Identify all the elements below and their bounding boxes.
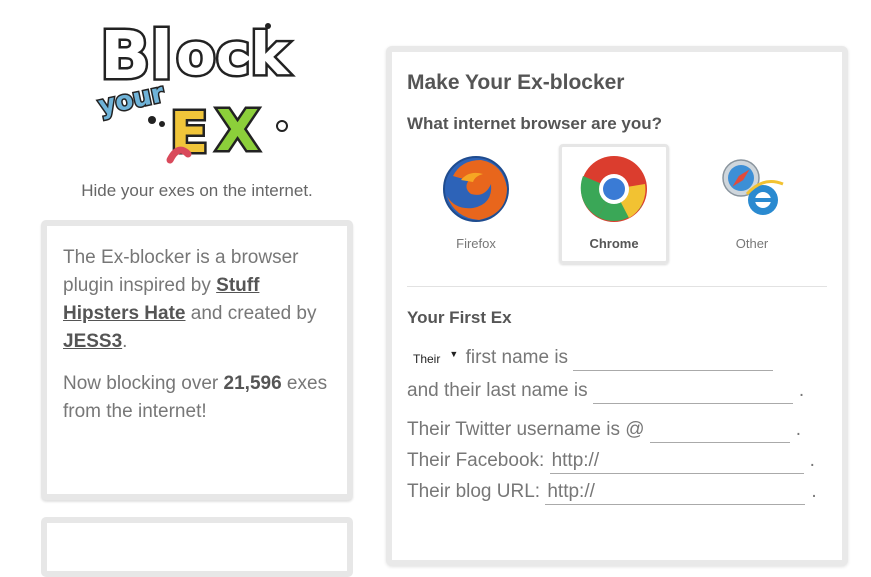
about-text: The Ex-blocker is a browser plugin inspi… <box>63 244 331 356</box>
section-divider <box>407 286 827 287</box>
browser-option-chrome[interactable]: Chrome <box>559 144 669 264</box>
chrome-icon <box>580 156 647 222</box>
count-prefix: Now blocking over <box>63 373 224 394</box>
about-text-prefix: The Ex-blocker is a browser plugin inspi… <box>63 247 299 296</box>
about-text-suffix: . <box>122 331 128 352</box>
first-name-input[interactable] <box>573 346 774 371</box>
browser-label-other: Other <box>735 236 769 251</box>
first-ex-title: Your First Ex <box>407 308 512 327</box>
browser-label-chrome: Chrome <box>589 236 639 251</box>
blog-input[interactable] <box>545 480 806 505</box>
svg-text:Bl: Bl <box>100 17 173 94</box>
browser-label-firefox: Firefox <box>456 236 496 251</box>
blog-period: . <box>811 481 817 502</box>
ex-blocker-form: Make Your Ex-blocker What internet brows… <box>386 46 848 566</box>
facebook-period: . <box>809 450 815 471</box>
svg-text:X: X <box>216 99 259 164</box>
tagline: Hide your exes on the internet. <box>81 181 313 200</box>
facebook-input[interactable] <box>549 449 804 474</box>
firefox-icon <box>443 156 509 222</box>
secondary-box <box>41 517 353 577</box>
form-title: Make Your Ex-blocker <box>407 71 625 94</box>
about-box: The Ex-blocker is a browser plugin inspi… <box>41 220 353 500</box>
blog-row: Their blog URL: . <box>407 480 827 505</box>
browser-option-firefox[interactable]: Firefox <box>421 144 531 264</box>
facebook-row: Their Facebook: . <box>407 449 827 474</box>
block-your-ex-logo: Bl ock your E X <box>92 0 302 172</box>
twitter-input[interactable] <box>649 418 790 443</box>
about-text-middle: and created by <box>185 303 317 324</box>
blog-label: Their blog URL: <box>407 481 541 502</box>
twitter-period: . <box>795 419 802 440</box>
last-name-label: and their last name is <box>407 380 588 401</box>
svg-text:ock: ock <box>176 20 290 88</box>
pronoun-value: Their <box>413 352 441 366</box>
first-name-label: first name is <box>465 347 569 368</box>
blocked-count: 21,596 <box>223 373 282 394</box>
pronoun-select[interactable]: Their ▼ <box>413 349 460 366</box>
browser-picker: Firefox Chrome Other <box>407 144 827 274</box>
twitter-row: Their Twitter username is @ . <box>407 418 827 443</box>
browser-option-other[interactable]: Other <box>697 144 807 264</box>
twitter-label: Their Twitter username is @ <box>407 419 645 440</box>
jess3-link[interactable]: JESS3 <box>63 331 122 352</box>
last-name-input[interactable] <box>592 379 793 404</box>
browser-question: What internet browser are you? <box>407 114 663 133</box>
dropdown-arrow-icon: ▼ <box>449 349 459 359</box>
blocking-count-text: Now blocking over 21,596 exes from the i… <box>63 370 331 426</box>
facebook-label: Their Facebook: <box>407 450 545 471</box>
first-name-row: Their ▼ first name is <box>407 346 827 371</box>
last-name-row: and their last name is . <box>407 379 827 404</box>
safari-ie-icon <box>722 159 784 215</box>
last-name-period: . <box>798 380 805 401</box>
